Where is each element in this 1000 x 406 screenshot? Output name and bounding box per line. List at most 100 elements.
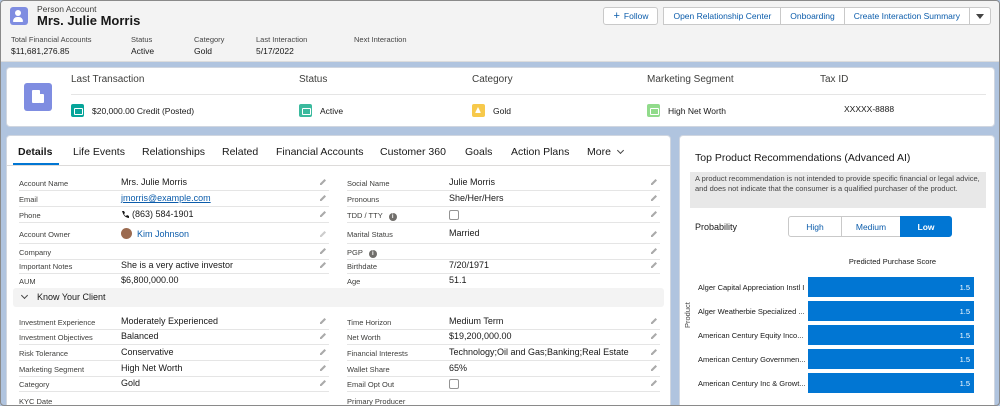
header-field: Next Interaction: [354, 35, 424, 56]
field-row: Birthdate 7/20/1971: [347, 258, 660, 274]
edit-pencil-icon[interactable]: [319, 332, 327, 340]
header-field-label: Total Financial Accounts: [11, 35, 92, 44]
probability-low-button[interactable]: Low: [900, 216, 952, 237]
field-label: Wallet Share: [347, 365, 390, 374]
edit-pencil-icon[interactable]: [650, 348, 658, 356]
details-card: Details Life Events Relationships Relate…: [6, 135, 671, 406]
probability-medium-button[interactable]: Medium: [841, 216, 901, 237]
field-value: Medium Term: [449, 316, 504, 326]
field-value: 65%: [449, 363, 468, 373]
field-label: Investment Experience: [19, 318, 96, 327]
caret-down-icon: [976, 13, 984, 19]
person-account-icon: [10, 7, 28, 25]
tdd-tty-checkbox[interactable]: [449, 210, 459, 220]
field-label: Account Name: [19, 179, 69, 188]
record-title: Mrs. Julie Morris: [37, 13, 141, 28]
edit-pencil-icon[interactable]: [650, 210, 658, 218]
edit-pencil-icon[interactable]: [650, 261, 658, 269]
info-icon[interactable]: i: [388, 213, 397, 221]
edit-pencil-icon[interactable]: [650, 178, 658, 186]
tab-relationships[interactable]: Relationships: [142, 146, 205, 158]
edit-pencil-icon[interactable]: [319, 364, 327, 372]
edit-pencil-icon[interactable]: [319, 261, 327, 269]
highlight-value: Gold: [472, 104, 511, 117]
field-row: AUM $6,800,000.00: [19, 273, 329, 289]
bar[interactable]: [808, 373, 974, 393]
header-field-value: Gold: [194, 46, 212, 56]
phone-icon[interactable]: [121, 210, 130, 219]
tab-life-events[interactable]: Life Events: [73, 146, 125, 158]
tab-details[interactable]: Details: [18, 146, 52, 158]
tab-goals[interactable]: Goals: [465, 146, 492, 158]
onboarding-button[interactable]: Onboarding: [780, 7, 845, 25]
header-field: Category Gold: [194, 35, 228, 56]
edit-pencil-icon[interactable]: [650, 364, 658, 372]
field-row: Age 51.1: [347, 273, 660, 289]
edit-pencil-icon[interactable]: [319, 247, 327, 255]
edit-pencil-icon[interactable]: [650, 194, 658, 202]
highlight-last-transaction: Last Transaction $20,000.00 Credit (Post…: [71, 74, 986, 117]
product-recommendations-card: Top Product Recommendations (Advanced AI…: [679, 135, 995, 405]
bar[interactable]: [808, 301, 974, 321]
highlights-panel: Last Transaction $20,000.00 Credit (Post…: [6, 67, 995, 127]
field-value: High Net Worth: [121, 363, 183, 373]
probability-label: Probability: [695, 222, 738, 232]
chevron-down-icon: [616, 146, 624, 155]
more-actions-button[interactable]: [969, 7, 991, 25]
field-label: Phone: [19, 211, 41, 220]
bar[interactable]: [808, 349, 974, 369]
field-label: Time Horizon: [347, 318, 392, 327]
highlight-tax-id: Tax ID XXXXX-8888: [820, 74, 894, 114]
field-row: Primary Producer: [347, 393, 660, 405]
field-label: Pronouns: [347, 195, 380, 204]
data-label: 1.5: [960, 379, 970, 388]
edit-pencil-icon[interactable]: [650, 317, 658, 325]
recommendation-bar-chart: Alger Capital Appreciation Instl I 1.5 Alg…: [698, 277, 974, 393]
field-label: Marital Status: [347, 230, 393, 239]
email-opt-out-checkbox[interactable]: [449, 379, 459, 389]
field-row: Marital Status Married: [347, 224, 660, 244]
tab-financial-accounts[interactable]: Financial Accounts: [276, 146, 364, 158]
field-value: Gold: [121, 378, 141, 388]
change-owner-icon[interactable]: [319, 230, 327, 238]
field-value: Moderately Experienced: [121, 316, 219, 326]
edit-pencil-icon[interactable]: [319, 194, 327, 202]
edit-pencil-icon[interactable]: [319, 210, 327, 218]
email-link[interactable]: jmorris@example.com: [121, 193, 211, 203]
edit-pencil-icon[interactable]: [650, 332, 658, 340]
field-value: Julie Morris: [449, 177, 496, 187]
field-row: Social Name Julie Morris: [347, 175, 660, 191]
edit-pencil-icon[interactable]: [650, 247, 658, 255]
create-interaction-summary-button[interactable]: Create Interaction Summary: [843, 7, 970, 25]
transaction-icon: [71, 104, 84, 117]
field-label: Important Notes: [19, 262, 73, 271]
edit-pencil-icon[interactable]: [319, 379, 327, 387]
highlight-value: High Net Worth: [647, 104, 726, 117]
bar[interactable]: [808, 277, 974, 297]
edit-pencil-icon[interactable]: [319, 178, 327, 186]
edit-pencil-icon[interactable]: [319, 317, 327, 325]
active-tab-indicator: [13, 163, 59, 165]
follow-button[interactable]: + Follow: [603, 7, 659, 25]
field-row: Important Notes She is a very active inv…: [19, 258, 329, 274]
edit-pencil-icon[interactable]: [650, 379, 658, 387]
field-row: Risk Tolerance Conservative: [19, 345, 329, 361]
edit-pencil-icon[interactable]: [319, 348, 327, 356]
owner-link[interactable]: Kim Johnson: [137, 229, 189, 239]
follow-label: Follow: [623, 11, 649, 21]
probability-high-button[interactable]: High: [788, 216, 842, 237]
tab-more[interactable]: More: [587, 146, 624, 158]
open-relationship-center-button[interactable]: Open Relationship Center: [663, 7, 782, 25]
header-field: Last Interaction 5/17/2022: [256, 35, 326, 56]
edit-pencil-icon[interactable]: [650, 230, 658, 238]
tab-customer-360[interactable]: Customer 360: [380, 146, 446, 158]
info-icon[interactable]: i: [368, 250, 377, 258]
tab-action-plans[interactable]: Action Plans: [511, 146, 569, 158]
field-row: Account Name Mrs. Julie Morris: [19, 175, 329, 191]
field-label: KYC Date: [19, 397, 53, 406]
tab-related[interactable]: Related: [222, 146, 258, 158]
know-your-client-section-header[interactable]: Know Your Client: [13, 288, 664, 307]
bar[interactable]: [808, 325, 974, 345]
highlight-value-text: Gold: [493, 105, 511, 116]
account-icon: [24, 83, 52, 111]
